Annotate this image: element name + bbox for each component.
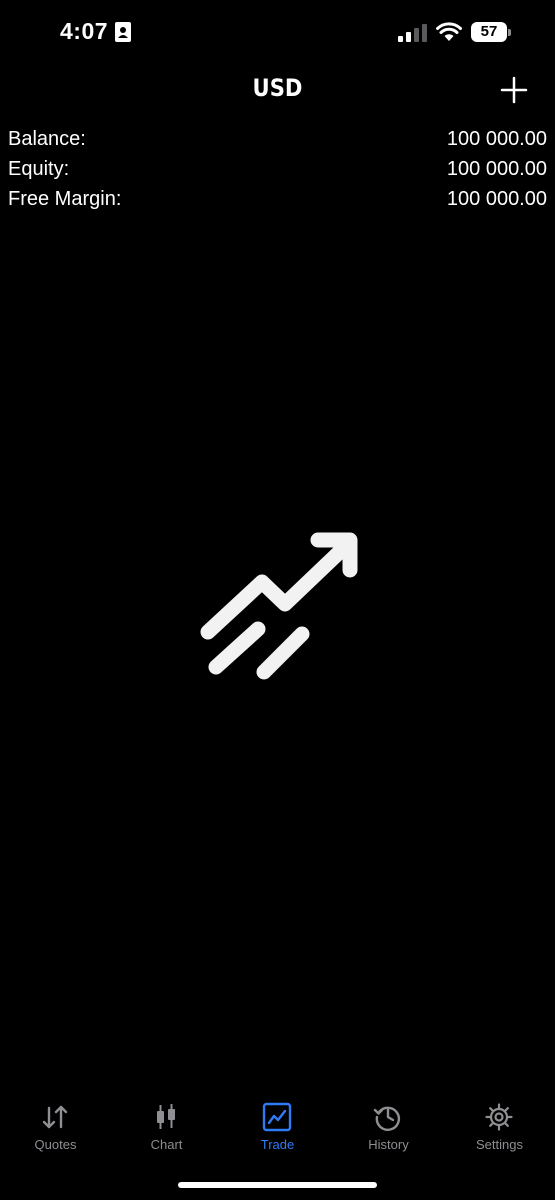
candlestick-icon <box>157 1104 175 1129</box>
free-margin-value: 100 000.00 <box>446 188 547 210</box>
home-indicator[interactable] <box>178 1182 377 1188</box>
status-time: 4:07 <box>60 18 109 44</box>
tab-trade-label: Trade <box>260 1137 295 1152</box>
battery-indicator: 57 <box>471 22 511 42</box>
battery-tip <box>508 29 511 36</box>
tab-chart-label: Chart <box>150 1137 183 1152</box>
status-bar: 4:07 57 <box>0 0 555 66</box>
equity-row: Equity: 100 000.00 <box>8 154 547 184</box>
tab-bar: Quotes Chart Trade History Settings <box>0 1090 555 1170</box>
add-account-button[interactable] <box>498 74 530 106</box>
tab-quotes[interactable]: Quotes <box>0 1090 111 1160</box>
balance-label: Balance: <box>8 128 86 150</box>
tab-settings-label: Settings <box>476 1137 523 1152</box>
free-margin-row: Free Margin: 100 000.00 <box>8 184 547 214</box>
equity-value: 100 000.00 <box>446 158 547 180</box>
trending-up-logo-icon <box>200 532 358 680</box>
cellular-signal-icon <box>398 24 427 42</box>
balance-value: 100 000.00 <box>446 128 547 150</box>
balance-row: Balance: 100 000.00 <box>8 124 547 154</box>
trade-chart-icon <box>262 1102 292 1132</box>
tab-settings[interactable]: Settings <box>444 1090 555 1160</box>
free-margin-label: Free Margin: <box>8 188 122 210</box>
wifi-icon <box>436 22 462 41</box>
quotes-arrows-icon <box>42 1105 68 1129</box>
contact-card-icon <box>115 22 131 42</box>
tab-chart[interactable]: Chart <box>111 1090 222 1160</box>
tab-history-label: History <box>368 1137 409 1152</box>
history-clock-icon <box>373 1106 400 1131</box>
tab-trade[interactable]: Trade <box>222 1090 333 1160</box>
tab-quotes-label: Quotes <box>34 1137 77 1152</box>
page-title: USD <box>252 74 303 102</box>
equity-label: Equity: <box>8 158 70 180</box>
tab-history[interactable]: History <box>333 1090 444 1160</box>
gear-icon <box>485 1103 513 1131</box>
account-summary: Balance: 100 000.00 Equity: 100 000.00 F… <box>8 124 547 214</box>
battery-level: 57 <box>480 23 498 40</box>
